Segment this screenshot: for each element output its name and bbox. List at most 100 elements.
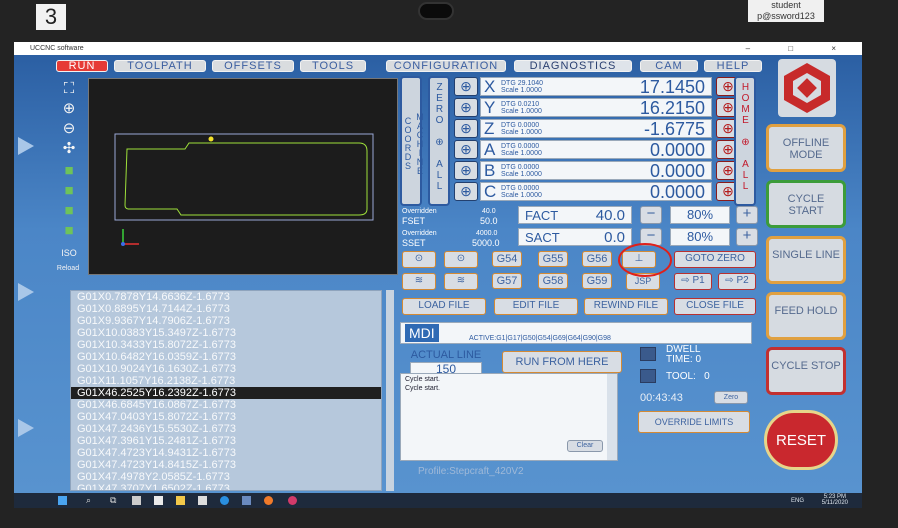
tab-diagnostics[interactable]: DIAGNOSTICS [514, 60, 632, 72]
goto-zero-button[interactable]: GOTO ZERO [674, 251, 756, 268]
folder-icon[interactable] [176, 496, 185, 505]
zero-y-button[interactable]: ⊕ [454, 98, 478, 117]
g58-button[interactable]: G58 [538, 273, 568, 289]
console-scrollbar[interactable] [607, 374, 617, 460]
feed-hold-button[interactable]: FEED HOLD [766, 292, 846, 340]
cube-view-icon[interactable]: ■ [60, 182, 78, 200]
expand-arrow-icon[interactable] [18, 419, 34, 437]
offline-mode-button[interactable]: OFFLINE MODE [766, 124, 846, 172]
fit-view-icon[interactable]: ⛶ [60, 80, 78, 98]
axis-b-display[interactable]: B DTG 0.0000 Scale 1.0000 0.0000 [480, 161, 712, 180]
zero-timer-button[interactable]: Zero [714, 391, 748, 404]
axis-a-display[interactable]: A DTG 0.0000 Scale 1.0000 0.0000 [480, 140, 712, 159]
coolant-mist-icon[interactable]: ≋ [444, 273, 478, 290]
close-file-button[interactable]: CLOSE FILE [674, 298, 756, 315]
gcode-line[interactable]: G01X11.1057Y16.2138Z-1.6773 [71, 375, 381, 387]
start-icon[interactable] [58, 496, 67, 505]
store-icon[interactable] [132, 496, 141, 505]
override-limits-button[interactable]: OVERRIDE LIMITS [638, 411, 750, 433]
pan-icon[interactable]: ✣ [60, 140, 78, 158]
cycle-stop-button[interactable]: CYCLE STOP [766, 347, 846, 395]
spindle-plus-button[interactable]: + [736, 228, 758, 246]
mail-icon[interactable] [198, 496, 207, 505]
firefox-icon[interactable] [264, 496, 273, 505]
spindle-cw-icon[interactable]: ⊙ [402, 251, 436, 268]
gcode-line[interactable]: G01X10.9024Y16.1630Z-1.6773 [71, 363, 381, 375]
goto-p1-button[interactable]: ⇨ P1 [674, 273, 712, 290]
tab-offsets[interactable]: OFFSETS [212, 60, 294, 72]
g59-button[interactable]: G59 [582, 273, 612, 289]
cycle-start-button[interactable]: CYCLE START [766, 180, 846, 228]
tab-cam[interactable]: CAM [640, 60, 698, 72]
gcode-line[interactable]: G01X47.4723Y14.9431Z-1.6773 [71, 447, 381, 459]
app-icon[interactable] [154, 496, 163, 505]
machine-coords-button[interactable]: MACHINE COORDS [400, 76, 425, 206]
coolant-flood-icon[interactable]: ≋ [402, 273, 436, 290]
g54-button[interactable]: G54 [492, 251, 522, 267]
g56-button[interactable]: G56 [582, 251, 612, 267]
zero-x-button[interactable]: ⊕ [454, 77, 478, 96]
gcode-line[interactable]: G01X9.9367Y14.7906Z-1.6773 [71, 315, 381, 327]
task-view-icon[interactable]: ⧉ [110, 495, 116, 506]
axis-z-display[interactable]: Z DTG 0.0000 Scale 1.0000 -1.6775 [480, 119, 712, 138]
cube-view-icon[interactable]: ■ [60, 202, 78, 220]
zero-b-button[interactable]: ⊕ [454, 161, 478, 180]
load-file-button[interactable]: LOAD FILE [402, 298, 486, 315]
zero-all-button[interactable]: ZERO ⊕ ALL [428, 76, 450, 206]
gcode-line[interactable]: G01X10.6482Y16.0359Z-1.6773 [71, 351, 381, 363]
g57-button[interactable]: G57 [492, 273, 522, 289]
run-from-here-button[interactable]: RUN FROM HERE [502, 351, 622, 373]
gcode-line[interactable]: G01X47.2436Y15.5530Z-1.6773 [71, 423, 381, 435]
edge-icon[interactable] [220, 496, 229, 505]
reload-button[interactable]: Reload [55, 260, 81, 278]
gcode-line[interactable]: G01X47.4723Y14.8415Z-1.6773 [71, 459, 381, 471]
rewind-file-button[interactable]: REWIND FILE [584, 298, 668, 315]
edit-file-button[interactable]: EDIT FILE [494, 298, 578, 315]
feed-minus-button[interactable]: − [640, 206, 662, 224]
g55-button[interactable]: G55 [538, 251, 568, 267]
spindle-ccw-icon[interactable]: ⊙ [444, 251, 478, 268]
search-icon[interactable]: ⌕ [86, 495, 91, 506]
zero-a-button[interactable]: ⊕ [454, 140, 478, 159]
gcode-line[interactable]: G01X47.3707Y1.6502Z-1.6773 [71, 483, 381, 490]
goto-p2-button[interactable]: ⇨ P2 [718, 273, 756, 290]
gcode-list[interactable]: G01X0.7878Y14.6636Z-1.6773 G01X0.8895Y14.… [70, 290, 382, 491]
expand-arrow-icon[interactable] [18, 137, 34, 155]
toolpath-viewport[interactable] [88, 78, 398, 275]
gcode-line[interactable]: G01X47.0403Y15.8072Z-1.6773 [71, 411, 381, 423]
zoom-in-icon[interactable]: ⊕ [60, 100, 78, 118]
gcode-scrollbar[interactable] [386, 290, 394, 491]
axis-c-display[interactable]: C DTG 0.0000 Scale 1.0000 0.0000 [480, 182, 712, 201]
gcode-line[interactable]: G01X0.8895Y14.7144Z-1.6773 [71, 303, 381, 315]
axis-y-display[interactable]: Y DTG 0.0210 Scale 1.0000 16.2150 [480, 98, 712, 117]
gcode-line[interactable]: G01X10.0383Y15.3497Z-1.6773 [71, 327, 381, 339]
clear-button[interactable]: Clear [567, 440, 603, 452]
gcode-line[interactable]: G01X10.3433Y15.8072Z-1.6773 [71, 339, 381, 351]
gcode-line[interactable]: G01X46.2525Y16.2392Z-1.6773 [71, 387, 381, 399]
gcode-line[interactable]: G01X46.6845Y16.0867Z-1.6773 [71, 399, 381, 411]
mdi-field[interactable]: MDI ACTIVE:G1|G17|G50|G54|G69|G64|G90|G9… [400, 322, 752, 344]
gcode-line[interactable]: G01X0.7878Y14.6636Z-1.6773 [71, 291, 381, 303]
reset-button[interactable]: RESET [764, 410, 838, 470]
feed-plus-button[interactable]: + [736, 206, 758, 224]
language-indicator[interactable]: ENG [791, 498, 804, 504]
zero-z-button[interactable]: ⊕ [454, 119, 478, 138]
axis-x-display[interactable]: X DTG 29.1040 Scale 1.0000 17.1450 [480, 77, 712, 96]
tab-tools[interactable]: TOOLS [300, 60, 366, 72]
tab-toolpath[interactable]: TOOLPATH [114, 60, 206, 72]
window-controls[interactable]: – □ × [746, 42, 854, 55]
uccnc-taskbar-icon[interactable] [288, 496, 297, 505]
single-line-button[interactable]: SINGLE LINE [766, 236, 846, 284]
tab-help[interactable]: HELP [704, 60, 762, 72]
app-icon[interactable] [242, 496, 251, 505]
zoom-out-icon[interactable]: ⊖ [60, 120, 78, 138]
tab-configuration[interactable]: CONFIGURATION [386, 60, 506, 72]
expand-arrow-icon[interactable] [18, 283, 34, 301]
gcode-line[interactable]: G01X47.4978Y2.0585Z-1.6773 [71, 471, 381, 483]
zero-c-button[interactable]: ⊕ [454, 182, 478, 201]
gcode-line[interactable]: G01X47.3961Y15.2481Z-1.6773 [71, 435, 381, 447]
home-all-button[interactable]: HOME ⊕ ALL [734, 76, 756, 206]
tab-run[interactable]: RUN [56, 60, 108, 72]
cube-view-icon[interactable]: ■ [60, 222, 78, 240]
cube-view-icon[interactable]: ■ [60, 162, 78, 180]
